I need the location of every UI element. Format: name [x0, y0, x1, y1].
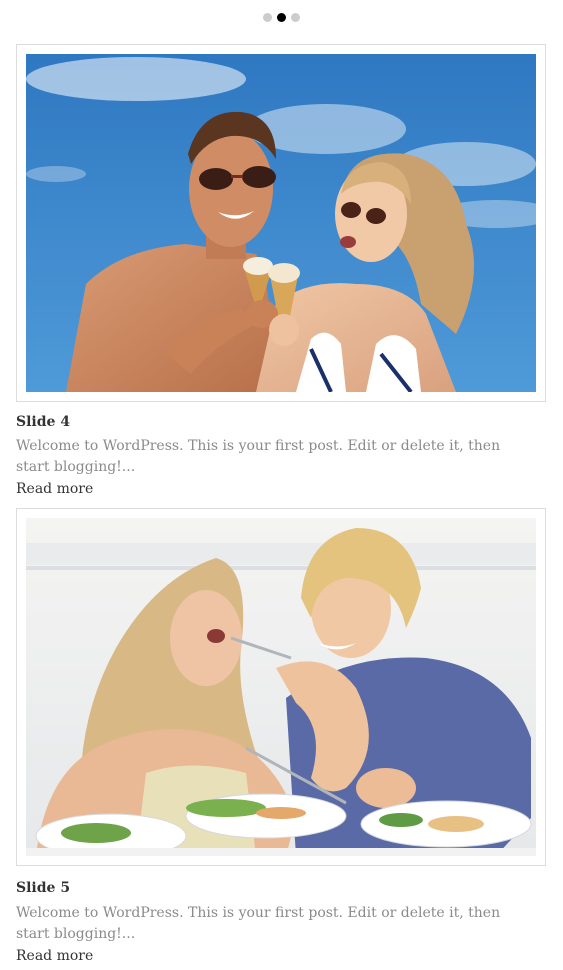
- slide-excerpt: Welcome to WordPress. This is your first…: [16, 438, 501, 475]
- pagination-dot-1[interactable]: [263, 13, 272, 22]
- slide-card-5: Slide 5 Welcome to WordPress. This is yo…: [16, 508, 546, 970]
- pagination-dot-2-active[interactable]: [277, 13, 286, 22]
- slide-image-link[interactable]: [26, 518, 536, 856]
- pagination-dot-3[interactable]: [291, 13, 300, 22]
- slide-title[interactable]: Slide 4: [16, 413, 70, 431]
- read-more-link[interactable]: Read more: [16, 947, 93, 965]
- slide-image-frame: [16, 44, 546, 402]
- couple-eating-salad-image: [26, 518, 536, 856]
- slide-card-4: Slide 4 Welcome to WordPress. This is yo…: [16, 44, 546, 504]
- read-more-link[interactable]: Read more: [16, 480, 93, 498]
- slider-pagination: [0, 13, 563, 23]
- slide-excerpt: Welcome to WordPress. This is your first…: [16, 905, 501, 942]
- slide-title[interactable]: Slide 5: [16, 879, 70, 897]
- slide-image-frame: [16, 508, 546, 866]
- couple-ice-cream-image: [26, 54, 536, 392]
- slide-image-link[interactable]: [26, 54, 536, 392]
